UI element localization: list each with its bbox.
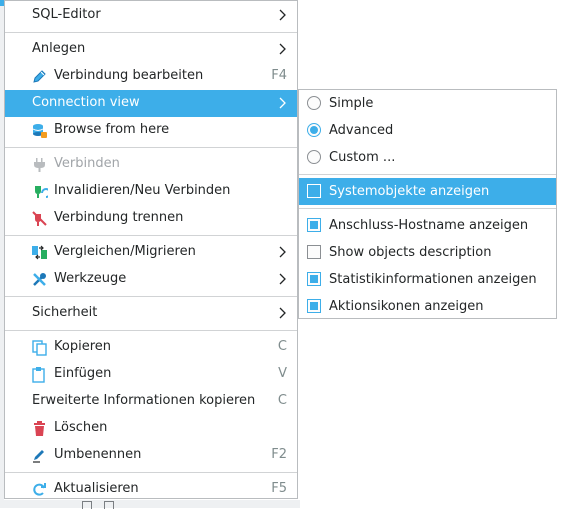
refresh-icon <box>33 483 46 496</box>
menu-item-anlegen[interactable]: Anlegen <box>5 36 297 63</box>
menu-item-label: SQL-Editor <box>32 7 101 22</box>
submenu-item-show-action-icons[interactable]: Aktionsikonen anzeigen <box>299 293 556 320</box>
copy-icon <box>32 340 47 356</box>
menu-item-disconnect[interactable]: Verbindung trennen <box>5 205 297 232</box>
submenu-item-show-description[interactable]: Show objects description <box>299 239 556 266</box>
menu-item-browse-from-here[interactable]: Browse from here <box>5 117 297 144</box>
chevron-right-icon <box>279 273 286 285</box>
menu-item-edit-connection[interactable]: Verbindung bearbeiten F4 <box>5 63 297 90</box>
checkbox[interactable] <box>307 218 321 232</box>
menu-item-connection-view[interactable]: Connection view <box>5 90 297 117</box>
database-icon <box>32 124 47 138</box>
shortcut-label: F4 <box>271 68 287 83</box>
connection-view-submenu: Simple Advanced Custom ... Systemobjekte… <box>298 89 557 319</box>
chevron-right-icon <box>279 307 286 319</box>
checkbox[interactable] <box>307 184 321 198</box>
chevron-right-icon <box>279 9 286 21</box>
menu-item-label: Verbinden <box>54 156 120 171</box>
paste-icon <box>32 367 45 383</box>
reconnect-icon <box>35 186 48 198</box>
menu-item-label: Sicherheit <box>32 305 98 320</box>
chevron-right-icon <box>279 246 286 258</box>
menu-item-copy[interactable]: Kopieren C <box>5 334 297 361</box>
menu-item-rename[interactable]: Umbenennen F2 <box>5 442 297 469</box>
submenu-item-label: Custom ... <box>329 150 396 165</box>
menu-item-label: Anlegen <box>32 41 86 56</box>
submenu-item-label: Anschluss-Hostname anzeigen <box>329 218 529 233</box>
menu-separator <box>5 472 297 473</box>
context-menu: SQL-Editor Anlegen Verbindung bearbeiten… <box>4 0 298 499</box>
plug-icon <box>34 158 45 172</box>
menu-separator <box>5 330 297 331</box>
menu-item-label: Verbindung trennen <box>54 210 184 225</box>
menu-item-label: Einfügen <box>54 366 112 381</box>
menu-item-paste[interactable]: Einfügen V <box>5 361 297 388</box>
menu-item-label: Umbenennen <box>54 447 142 462</box>
menu-item-label: Invalidieren/Neu Verbinden <box>54 183 231 198</box>
compare-icon <box>32 245 47 260</box>
menu-item-connect[interactable]: Verbinden <box>5 151 297 178</box>
shortcut-label: C <box>277 339 287 354</box>
shortcut-label: C <box>277 393 287 408</box>
submenu-item-show-statistics[interactable]: Statistikinformationen anzeigen <box>299 266 556 293</box>
menu-separator <box>5 235 297 236</box>
menu-separator <box>5 296 297 297</box>
menu-separator <box>299 174 556 175</box>
menu-item-compare-migrate[interactable]: Vergleichen/Migrieren <box>5 239 297 266</box>
radio-button[interactable] <box>307 96 321 110</box>
menu-item-label: Löschen <box>54 420 108 435</box>
submenu-item-show-hostname[interactable]: Anschluss-Hostname anzeigen <box>299 212 556 239</box>
menu-item-label: Aktualisieren <box>54 481 139 496</box>
disconnect-icon <box>32 211 47 226</box>
checkbox[interactable] <box>307 299 321 313</box>
submenu-item-label: Advanced <box>329 123 394 138</box>
menu-separator <box>5 147 297 148</box>
trash-icon <box>34 421 45 436</box>
submenu-item-simple[interactable]: Simple <box>299 90 556 117</box>
menu-item-label: Vergleichen/Migrieren <box>54 244 196 259</box>
menu-item-refresh[interactable]: Aktualisieren F5 <box>5 476 297 503</box>
chevron-right-icon <box>279 43 286 55</box>
submenu-item-label: Statistikinformationen anzeigen <box>329 272 537 287</box>
menu-separator <box>299 208 556 209</box>
shortcut-label: V <box>278 366 287 381</box>
radio-button[interactable] <box>307 150 321 164</box>
submenu-item-label: Systemobjekte anzeigen <box>329 184 490 199</box>
rename-icon <box>33 450 44 463</box>
submenu-item-custom[interactable]: Custom ... <box>299 144 556 171</box>
menu-item-label: Kopieren <box>54 339 111 354</box>
menu-item-label: Browse from here <box>54 122 170 137</box>
submenu-item-label: Simple <box>329 96 374 111</box>
submenu-item-advanced[interactable]: Advanced <box>299 117 556 144</box>
shortcut-label: F2 <box>271 447 287 462</box>
tools-icon <box>33 273 46 286</box>
checkbox[interactable] <box>307 272 321 286</box>
menu-item-sql-editor[interactable]: SQL-Editor <box>5 2 297 29</box>
shortcut-label: F5 <box>271 481 287 496</box>
menu-item-security[interactable]: Sicherheit <box>5 300 297 327</box>
pencil-icon <box>33 70 46 83</box>
submenu-item-label: Aktionsikonen anzeigen <box>329 299 484 314</box>
menu-item-copy-advanced-info[interactable]: Erweiterte Informationen kopieren C <box>5 388 297 415</box>
menu-item-label: Werkzeuge <box>54 271 127 286</box>
menu-item-reconnect[interactable]: Invalidieren/Neu Verbinden <box>5 178 297 205</box>
menu-item-delete[interactable]: Löschen <box>5 415 297 442</box>
submenu-item-show-system-objects[interactable]: Systemobjekte anzeigen <box>299 178 556 205</box>
menu-item-tools[interactable]: Werkzeuge <box>5 266 297 293</box>
checkbox[interactable] <box>307 245 321 259</box>
submenu-item-label: Show objects description <box>329 245 492 260</box>
menu-item-label: Connection view <box>32 95 140 110</box>
menu-item-label: Erweiterte Informationen kopieren <box>32 393 256 408</box>
menu-item-label: Verbindung bearbeiten <box>54 68 204 83</box>
menu-separator <box>5 32 297 33</box>
chevron-right-icon <box>279 97 286 109</box>
radio-button[interactable] <box>307 123 321 137</box>
